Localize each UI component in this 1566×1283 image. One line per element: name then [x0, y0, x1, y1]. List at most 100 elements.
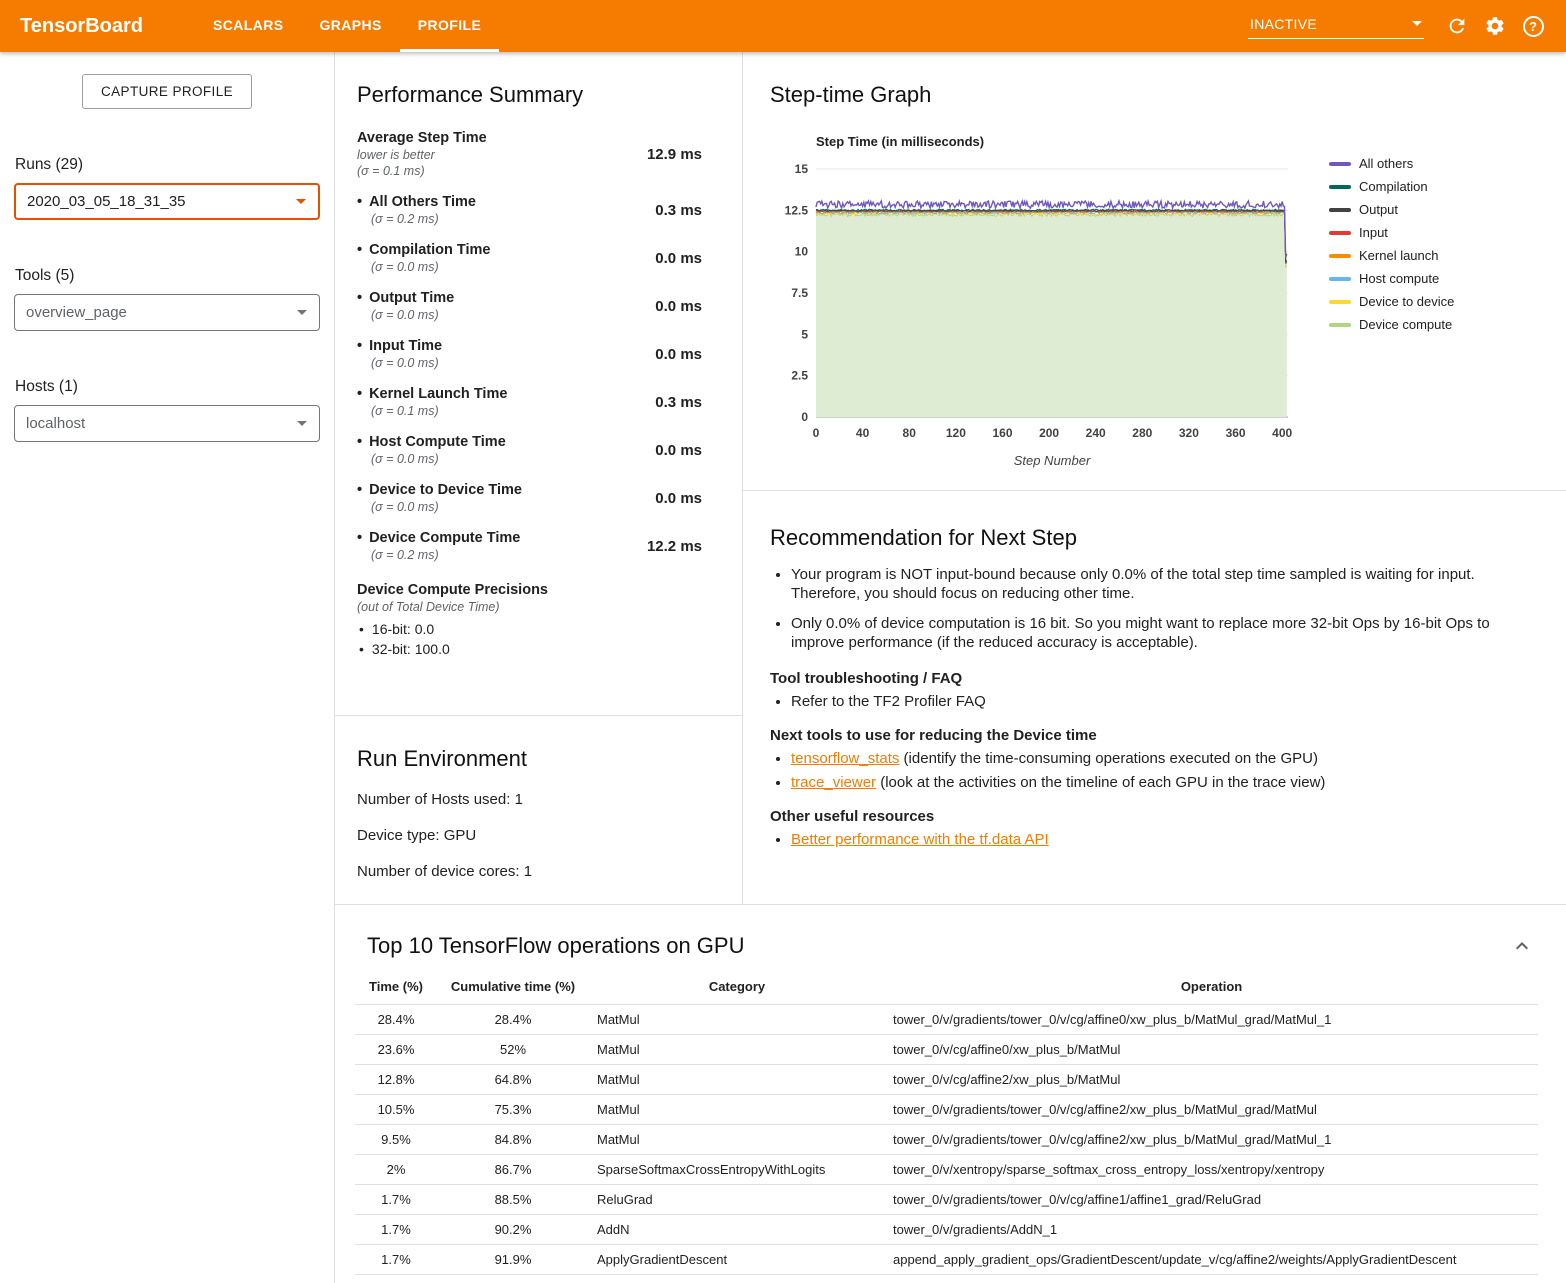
capture-profile-button[interactable]: CAPTURE PROFILE — [82, 74, 252, 109]
runs-dropdown[interactable]: 2020_03_05_18_31_35 — [14, 183, 320, 220]
step-time-graph-section: Step-time Graph Step Time (in millisecon… — [743, 52, 1566, 490]
recommendation-bullet: Your program is NOT input-bound because … — [791, 565, 1536, 603]
hosts-dropdown[interactable]: localhost — [14, 405, 320, 442]
legend-label: Output — [1359, 202, 1398, 217]
metric-row: Device to Device Time (σ = 0.0 ms) 0.0 m… — [357, 482, 702, 514]
tab-profile[interactable]: PROFILE — [400, 0, 499, 52]
main-content: Performance Summary Average Step Time lo… — [335, 52, 1566, 1283]
step-time-graph-title: Step-time Graph — [770, 82, 1542, 108]
help-button[interactable]: ? — [1514, 6, 1552, 46]
cell-operation: tower_0/v/cg/affine2/xw_plus_b/MatMul — [885, 1065, 1538, 1095]
cell-cumulative: 91.9% — [437, 1245, 589, 1275]
cell-time: 1.7% — [355, 1185, 437, 1215]
svg-text:5: 5 — [801, 327, 808, 341]
next-tool-description: (identify the time-consuming operations … — [899, 750, 1318, 767]
svg-text:12.5: 12.5 — [785, 203, 809, 217]
metric-row: Kernel Launch Time (σ = 0.1 ms) 0.3 ms — [357, 386, 702, 418]
metric-label: Output Time — [357, 290, 454, 306]
recommendation-bullet: Only 0.0% of device computation is 16 bi… — [791, 614, 1536, 652]
next-tool-item: tensorflow_stats (identify the time-cons… — [791, 749, 1536, 769]
run-environment-line: Device type: GPU — [357, 827, 720, 844]
chart-legend: All othersCompilationOutputInputKernel l… — [1329, 156, 1454, 340]
legend-item: Kernel launch — [1329, 248, 1454, 263]
cell-operation: tower_0/v/gradients/tower_0/v/cg/affine0… — [885, 1005, 1538, 1035]
runs-label: Runs (29) — [15, 156, 320, 174]
svg-text:10: 10 — [795, 245, 809, 259]
legend-item: Host compute — [1329, 271, 1454, 286]
cell-category: ReluGrad — [589, 1185, 885, 1215]
metric-value: 0.0 ms — [655, 346, 702, 363]
cell-category: MatMul — [589, 1065, 885, 1095]
metric-sigma: (σ = 0.2 ms) — [371, 548, 520, 562]
resources-list: Better performance with the tf.data API — [770, 830, 1536, 850]
svg-text:240: 240 — [1086, 426, 1106, 440]
cell-cumulative: 28.4% — [437, 1005, 589, 1035]
tab-graphs[interactable]: GRAPHS — [301, 0, 399, 52]
metric-value: 0.0 ms — [655, 490, 702, 507]
svg-text:0: 0 — [801, 410, 808, 424]
metric-label: Kernel Launch Time — [357, 386, 507, 402]
tfdata-performance-link[interactable]: Better performance with the tf.data API — [791, 831, 1049, 848]
tab-scalars[interactable]: SCALARS — [195, 0, 301, 52]
status-dropdown[interactable]: INACTIVE — [1248, 14, 1424, 39]
metric-sigma: (σ = 0.0 ms) — [371, 452, 506, 466]
metric-row: Output Time (σ = 0.0 ms) 0.0 ms — [357, 290, 702, 322]
metric-value: 12.9 ms — [647, 146, 702, 163]
run-environment-line: Number of device cores: 1 — [357, 863, 720, 880]
metric-label: Host Compute Time — [357, 434, 506, 450]
tensorflow-stats-link[interactable]: tensorflow_stats — [791, 750, 899, 767]
metric-row: Average Step Time lower is better (σ = 0… — [357, 130, 702, 178]
precisions-note: (out of Total Device Time) — [357, 600, 702, 614]
collapse-button[interactable] — [1506, 930, 1538, 965]
help-icon: ? — [1523, 16, 1544, 37]
metric-row: Input Time (σ = 0.0 ms) 0.0 ms — [357, 338, 702, 370]
next-tools-list: tensorflow_stats (identify the time-cons… — [770, 749, 1536, 793]
refresh-button[interactable] — [1438, 6, 1476, 46]
cell-category: MatMul — [589, 1035, 885, 1065]
run-environment-title: Run Environment — [357, 746, 720, 772]
metric-labels: Average Step Time lower is better (σ = 0… — [357, 130, 487, 178]
next-tool-item: trace_viewer (look at the activities on … — [791, 773, 1536, 793]
svg-text:200: 200 — [1039, 426, 1059, 440]
legend-label: Input — [1359, 225, 1388, 240]
settings-button[interactable] — [1476, 6, 1514, 46]
metric-sigma: (σ = 0.0 ms) — [371, 308, 454, 322]
gear-icon — [1484, 15, 1506, 37]
chevron-up-icon — [1510, 934, 1534, 958]
svg-text:40: 40 — [856, 426, 870, 440]
legend-swatch-icon — [1329, 254, 1351, 258]
cell-time: 1.7% — [355, 1215, 437, 1245]
table-row: 2% 86.7% SparseSoftmaxCrossEntropyWithLo… — [355, 1155, 1538, 1185]
recommendation-title: Recommendation for Next Step — [770, 525, 1536, 551]
step-time-chart: 02.557.51012.515040801201602002402803203… — [770, 161, 1315, 445]
legend-item: All others — [1329, 156, 1454, 171]
cell-category: MatMul — [589, 1125, 885, 1155]
next-tools-heading: Next tools to use for reducing the Devic… — [770, 727, 1536, 744]
metric-label: Compilation Time — [357, 242, 490, 258]
metric-label: Device Compute Time — [357, 530, 520, 546]
legend-item: Device to device — [1329, 294, 1454, 309]
svg-text:0: 0 — [813, 426, 820, 440]
cell-time: 10.5% — [355, 1095, 437, 1125]
svg-text:320: 320 — [1179, 426, 1199, 440]
left-column: Performance Summary Average Step Time lo… — [335, 52, 743, 904]
metric-row: Host Compute Time (σ = 0.0 ms) 0.0 ms — [357, 434, 702, 466]
metric-label: Device to Device Time — [357, 482, 522, 498]
cell-category: SparseSoftmaxCrossEntropyWithLogits — [589, 1155, 885, 1185]
trace-viewer-link[interactable]: trace_viewer — [791, 774, 876, 791]
metric-sigma: (σ = 0.2 ms) — [371, 212, 476, 226]
top-ops-section: Top 10 TensorFlow operations on GPU Time… — [335, 904, 1566, 1283]
cell-category: MatMul — [589, 1095, 885, 1125]
legend-swatch-icon — [1329, 300, 1351, 304]
legend-swatch-icon — [1329, 231, 1351, 235]
chevron-down-icon — [1412, 21, 1422, 26]
faq-list: Refer to the TF2 Profiler FAQ — [770, 692, 1536, 712]
cell-cumulative: 86.7% — [437, 1155, 589, 1185]
performance-summary-section: Performance Summary Average Step Time lo… — [335, 52, 742, 715]
legend-label: Device compute — [1359, 317, 1452, 332]
cell-time: 2% — [355, 1155, 437, 1185]
tools-dropdown[interactable]: overview_page — [14, 294, 320, 331]
svg-text:280: 280 — [1132, 426, 1152, 440]
cell-time: 23.6% — [355, 1035, 437, 1065]
table-row: 12.8% 64.8% MatMul tower_0/v/cg/affine2/… — [355, 1065, 1538, 1095]
